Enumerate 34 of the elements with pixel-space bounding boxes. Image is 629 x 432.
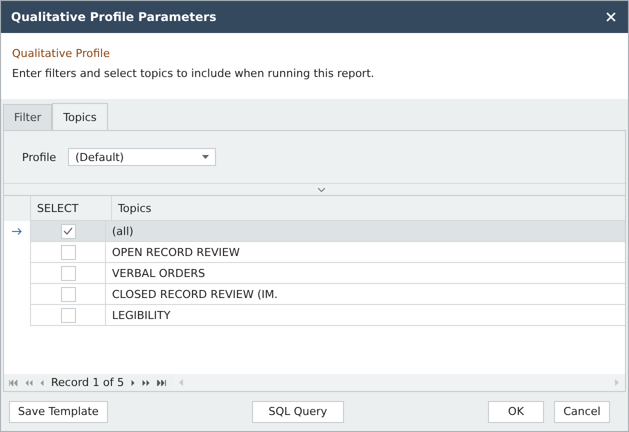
next-page-icon[interactable] xyxy=(142,380,150,386)
table-cell: OPEN RECORD REVIEW xyxy=(106,242,625,263)
checkbox[interactable] xyxy=(60,224,76,238)
window-title: Qualitative Profile Parameters xyxy=(11,10,216,24)
dialog-button[interactable]: OK xyxy=(488,400,544,422)
table-cell: VERBAL ORDERS xyxy=(106,263,625,284)
dialog-button[interactable]: Cancel xyxy=(554,400,610,422)
tab[interactable]: Topics xyxy=(52,103,108,130)
table-cell: LEGIBILITY xyxy=(106,305,625,326)
table-cell: CLOSED RECORD REVIEW (IM. xyxy=(106,284,625,305)
next-record-icon[interactable] xyxy=(131,380,136,386)
checkbox[interactable] xyxy=(60,244,76,260)
first-record-icon[interactable] xyxy=(9,380,18,386)
dialog-button[interactable]: SQL Query xyxy=(252,400,344,422)
close-icon[interactable] xyxy=(606,12,616,22)
checkbox[interactable] xyxy=(60,308,76,322)
report-description: Enter filters and select topics to include when running this report. xyxy=(12,67,376,80)
checkbox[interactable] xyxy=(60,266,76,280)
tab[interactable]: Filter xyxy=(3,104,52,130)
previous-page-icon[interactable] xyxy=(25,380,33,386)
checkmark-icon xyxy=(63,227,73,235)
last-record-icon[interactable] xyxy=(157,380,166,386)
record-counter: Record 1 of 5 xyxy=(51,376,124,389)
chevron-down-icon xyxy=(318,188,325,192)
previous-record-icon[interactable] xyxy=(40,380,44,386)
dropdown-caret-icon xyxy=(202,155,210,159)
table-cell: (all) xyxy=(106,221,625,242)
checkbox[interactable] xyxy=(60,286,76,302)
scroll-left-icon[interactable] xyxy=(179,379,184,386)
profile-label: Profile xyxy=(22,150,56,164)
report-title: Qualitative Profile xyxy=(12,47,111,60)
scroll-right-icon[interactable] xyxy=(615,379,619,386)
profile-dropdown[interactable]: (Default) xyxy=(68,148,216,166)
dialog-button[interactable]: Save Template xyxy=(9,400,108,422)
